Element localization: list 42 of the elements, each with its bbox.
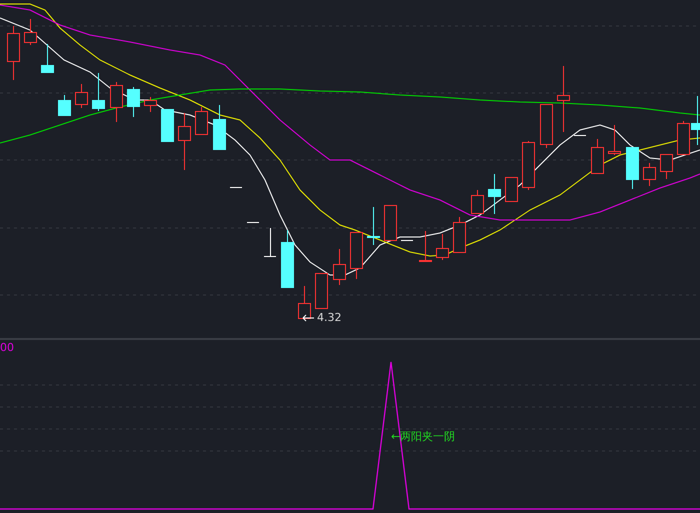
candlestick <box>315 272 328 309</box>
candlestick <box>591 138 604 174</box>
candlestick <box>333 248 346 286</box>
candlestick <box>41 44 54 74</box>
candlestick <box>110 82 123 122</box>
candlestick <box>384 204 397 241</box>
candlestick <box>350 232 363 280</box>
indicator-value-label: 00 <box>0 341 14 355</box>
candlestick <box>453 216 466 253</box>
candlestick <box>400 240 414 241</box>
candlestick <box>246 222 260 223</box>
candlestick <box>471 190 484 214</box>
candlestick <box>178 112 191 170</box>
candlestick <box>281 230 294 288</box>
candlestick <box>195 106 208 135</box>
candlestick <box>24 18 37 46</box>
candlestick <box>505 176 518 202</box>
candlestick <box>643 162 656 186</box>
candlestick <box>7 26 20 80</box>
candlestick <box>161 108 174 142</box>
candlestick <box>574 135 586 136</box>
candlestick <box>608 124 621 156</box>
candlestick <box>540 104 553 148</box>
candlestick <box>230 187 242 188</box>
candlestick <box>264 228 276 257</box>
candlestick <box>75 84 88 108</box>
candlestick <box>127 86 140 118</box>
low-price-label: 4.32 <box>317 311 342 325</box>
candlestick <box>92 72 105 112</box>
candlestick <box>488 174 501 214</box>
candlestick <box>58 94 71 116</box>
arrow-icon <box>302 314 314 322</box>
candlestick <box>660 154 673 180</box>
candlestick <box>367 206 380 246</box>
candlestick <box>419 230 432 262</box>
candlestick <box>436 234 449 260</box>
candlestick <box>298 286 311 319</box>
candlestick <box>213 104 226 150</box>
candlestick <box>626 146 639 190</box>
candlestick <box>144 96 157 112</box>
candlestick <box>522 140 535 190</box>
candlestick <box>557 66 570 132</box>
